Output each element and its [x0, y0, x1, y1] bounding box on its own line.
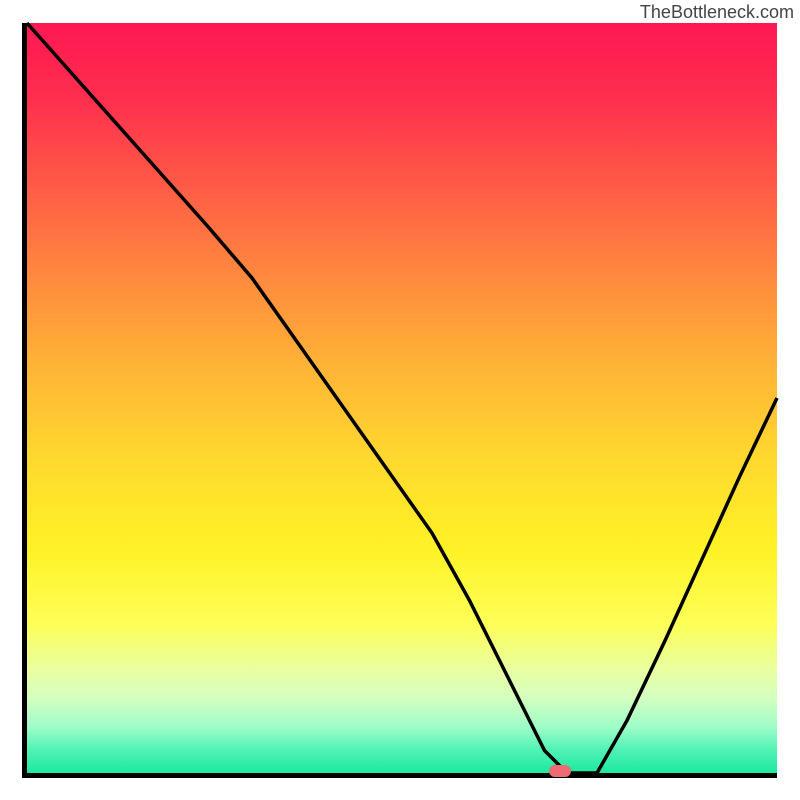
- optimal-point-marker: [549, 765, 571, 777]
- chart-area: [22, 23, 777, 778]
- bottleneck-curve: [27, 23, 777, 773]
- watermark-text: TheBottleneck.com: [640, 2, 794, 23]
- curve-svg: [27, 23, 777, 773]
